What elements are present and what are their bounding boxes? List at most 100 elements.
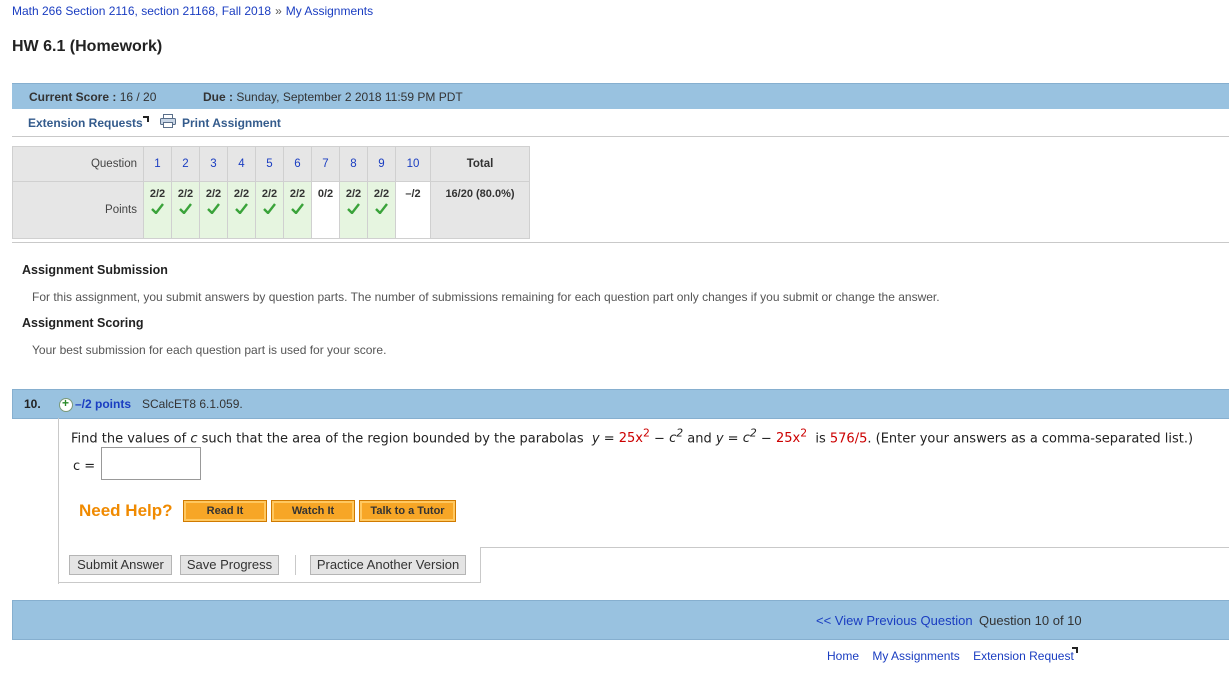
view-previous-question-link[interactable]: << View Previous Question — [816, 613, 973, 628]
read-it-button[interactable]: Read It — [183, 500, 267, 522]
question-counter: Question 10 of 10 — [979, 613, 1082, 628]
exponent: 2 — [800, 427, 808, 440]
points-value: 2/2 — [149, 188, 166, 200]
footer-my-assignments-link[interactable]: My Assignments — [872, 649, 959, 663]
exponent: 2 — [749, 427, 757, 440]
points-value: 2/2 — [289, 188, 306, 200]
breadcrumb: Math 266 Section 2116, section 21168, Fa… — [12, 4, 373, 18]
points-row-label: Points — [12, 181, 144, 239]
equation-term-text: 25x — [775, 431, 801, 447]
question-nav-bar: << View Previous Question Question 10 of… — [12, 600, 1229, 640]
question-number: 10. — [24, 397, 41, 411]
points-cell-8: 2/2 — [339, 181, 368, 239]
answer-label: c = — [73, 459, 96, 474]
question-header: 10. –/2 points SCalcET8 6.1.059. — [12, 389, 1229, 419]
current-score: Current Score : 16 / 20 — [29, 90, 156, 104]
checkmark-icon — [347, 203, 360, 214]
exponent: 2 — [642, 427, 650, 440]
print-assignment-link[interactable]: Print Assignment — [182, 116, 281, 130]
page-title: HW 6.1 (Homework) — [12, 38, 163, 55]
points-value: 2/2 — [233, 188, 250, 200]
question-text-part: is — [815, 431, 826, 447]
equation-2-lhs: y = — [715, 431, 739, 447]
points-value: 2/2 — [205, 188, 222, 200]
submission-text: For this assignment, you submit answers … — [32, 290, 940, 304]
points-cell-2: 2/2 — [171, 181, 200, 239]
points-cell-3: 2/2 — [199, 181, 228, 239]
talk-to-tutor-button[interactable]: Talk to a Tutor — [359, 500, 456, 522]
question-text: Find the values of c such that the area … — [71, 427, 1193, 446]
question-row-label: Question — [12, 146, 144, 182]
due-label: Due : — [203, 90, 233, 104]
points-cell-10: –/2 — [395, 181, 431, 239]
score-grid: Question 1 2 3 4 5 6 7 8 9 10 Total Poin… — [12, 146, 530, 239]
due-value: Sunday, September 2 2018 11:59 PM PDT — [236, 90, 463, 104]
question-link-5[interactable]: 5 — [255, 146, 284, 182]
expand-plus-icon[interactable] — [59, 396, 73, 412]
equation-1-lhs: y = — [591, 431, 615, 447]
question-link-7[interactable]: 7 — [311, 146, 340, 182]
question-link-4[interactable]: 4 — [227, 146, 256, 182]
exponent: 2 — [676, 427, 684, 440]
breadcrumb-separator: » — [275, 4, 282, 18]
question-link-6[interactable]: 6 — [283, 146, 312, 182]
extension-requests-link[interactable]: Extension Requests — [28, 116, 149, 130]
minus-sign: − — [654, 431, 665, 447]
equation-1-c: c2 — [669, 427, 683, 446]
points-cell-9: 2/2 — [367, 181, 396, 239]
points-row: Points 2/2 2/2 2/2 2/2 2/2 2/2 0/2 2/2 2… — [12, 181, 530, 239]
variable-c: c — [190, 431, 198, 447]
points-value: 2/2 — [261, 188, 278, 200]
footer-extension-request-link[interactable]: Extension Request — [973, 649, 1074, 663]
question-text-part: and — [687, 431, 712, 447]
checkmark-icon — [151, 203, 164, 214]
divider — [12, 242, 1229, 243]
breadcrumb-assignments-link[interactable]: My Assignments — [286, 4, 373, 18]
question-text-part: . (Enter your answers as a comma-separat… — [867, 431, 1194, 447]
equation-2-term: 25x2 — [775, 427, 807, 447]
breadcrumb-course-link[interactable]: Math 266 Section 2116, section 21168, Fa… — [12, 4, 271, 18]
watch-it-button[interactable]: Watch It — [271, 500, 355, 522]
total-header: Total — [430, 146, 530, 182]
equation-2-c: c2 — [742, 427, 757, 447]
points-cell-5: 2/2 — [255, 181, 284, 239]
question-text-part: such that the area of the region bounded… — [201, 431, 584, 447]
question-link-1[interactable]: 1 — [143, 146, 172, 182]
points-cell-7: 0/2 — [311, 181, 340, 239]
need-help-label: Need Help? — [79, 501, 173, 520]
practice-another-version-button[interactable]: Practice Another Version — [310, 555, 466, 575]
equation-1-term: 25x2 — [619, 427, 650, 446]
assignment-links-bar: Extension Requests Print Assignment — [12, 109, 1229, 137]
question-points: –/2 points — [75, 397, 132, 411]
total-value: 16/20 (80.0%) — [430, 181, 530, 239]
checkmark-icon — [235, 203, 248, 214]
question-link-8[interactable]: 8 — [339, 146, 368, 182]
checkmark-icon — [179, 203, 192, 214]
question-link-3[interactable]: 3 — [199, 146, 228, 182]
question-actions: Submit Answer Save Progress Practice Ano… — [58, 547, 481, 583]
save-progress-button[interactable]: Save Progress — [180, 555, 279, 575]
points-cell-6: 2/2 — [283, 181, 312, 239]
points-cell-1: 2/2 — [143, 181, 172, 239]
scoring-heading: Assignment Scoring — [22, 316, 144, 330]
question-link-10[interactable]: 10 — [395, 146, 431, 182]
points-value: 0/2 — [317, 188, 334, 200]
question-link-9[interactable]: 9 — [367, 146, 396, 182]
points-value: –/2 — [405, 188, 421, 200]
score-bar: Current Score : 16 / 20 Due : Sunday, Se… — [12, 83, 1229, 110]
question-link-2[interactable]: 2 — [171, 146, 200, 182]
points-cell-4: 2/2 — [227, 181, 256, 239]
checkmark-icon — [207, 203, 220, 214]
answer-input[interactable] — [101, 447, 201, 480]
checkmark-icon — [375, 203, 388, 214]
area-value: 576/5 — [829, 431, 868, 447]
variable-c: c — [742, 431, 750, 447]
points-value: 2/2 — [373, 188, 390, 200]
due-date: Due : Sunday, September 2 2018 11:59 PM … — [203, 90, 463, 104]
footer-links: Home My Assignments Extension Request — [827, 649, 1084, 663]
submit-answer-button[interactable]: Submit Answer — [69, 555, 172, 575]
footer-home-link[interactable]: Home — [827, 649, 859, 663]
printer-icon[interactable] — [160, 114, 176, 128]
points-value: 2/2 — [177, 188, 194, 200]
score-label: Current Score : — [29, 90, 117, 104]
